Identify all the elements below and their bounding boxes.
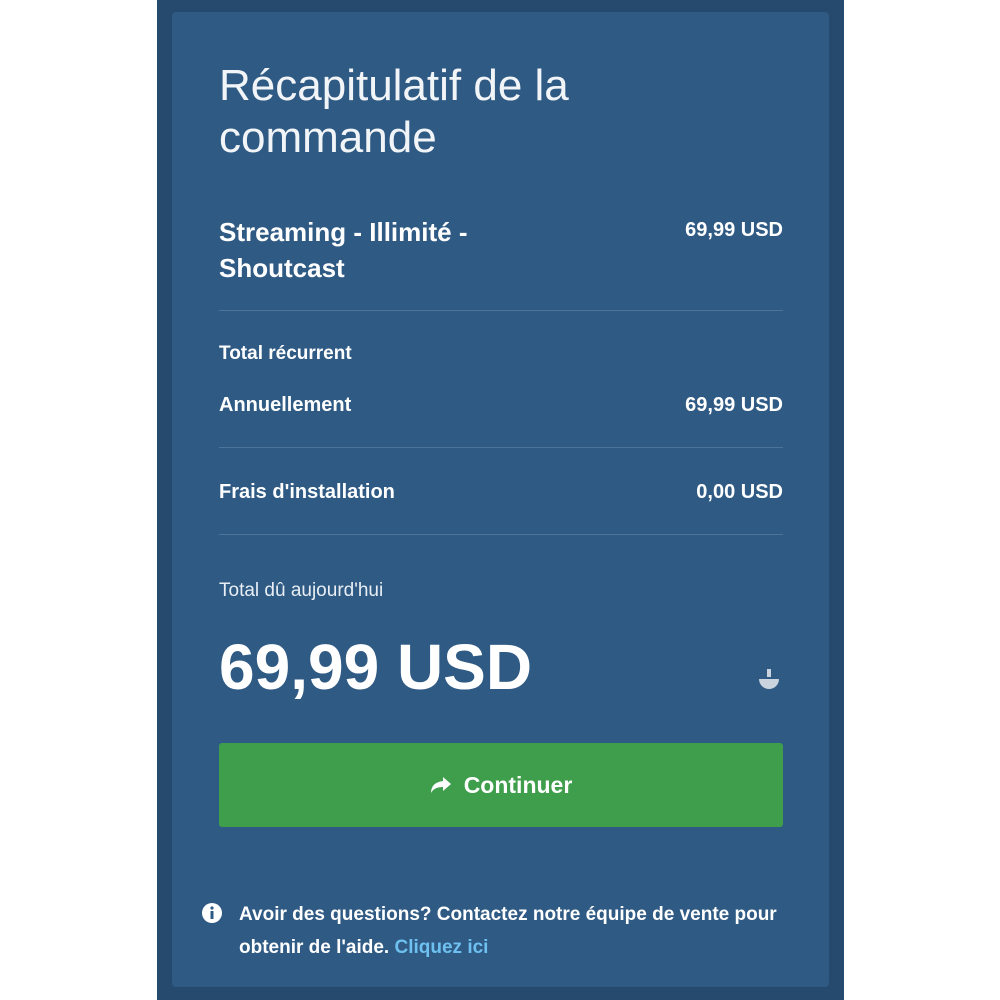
continue-label: Continuer [463, 771, 573, 798]
annual-label: Annuellement [219, 394, 352, 416]
help-link[interactable]: Cliquez ici [395, 937, 489, 958]
product-price: 69,99 USD [685, 219, 783, 241]
summary-title: Récapitulatif de la commande [219, 61, 569, 162]
info-circle-icon [202, 903, 222, 923]
product-name: Streaming - Illimité - Shoutcast [219, 217, 468, 283]
setup-fee-value: 0,00 USD [696, 481, 783, 503]
total-due-amount: 69,99 USD [219, 631, 533, 703]
annual-value: 69,99 USD [685, 394, 783, 416]
help-note: Avoir des questions? Contactez notre équ… [201, 898, 811, 964]
continue-button[interactable]: Continuer [219, 743, 783, 827]
share-arrow-icon [430, 777, 451, 793]
help-text: Avoir des questions? Contactez notre équ… [239, 904, 777, 958]
bowl-icon [759, 669, 779, 689]
divider [219, 310, 783, 311]
divider [219, 447, 783, 448]
divider [219, 534, 783, 535]
setup-fee-label: Frais d'installation [219, 481, 395, 503]
recurring-total-label: Total récurrent [219, 343, 352, 364]
order-summary-panel: Récapitulatif de la commande Streaming -… [172, 12, 829, 987]
due-today-label: Total dû aujourd'hui [219, 580, 384, 601]
